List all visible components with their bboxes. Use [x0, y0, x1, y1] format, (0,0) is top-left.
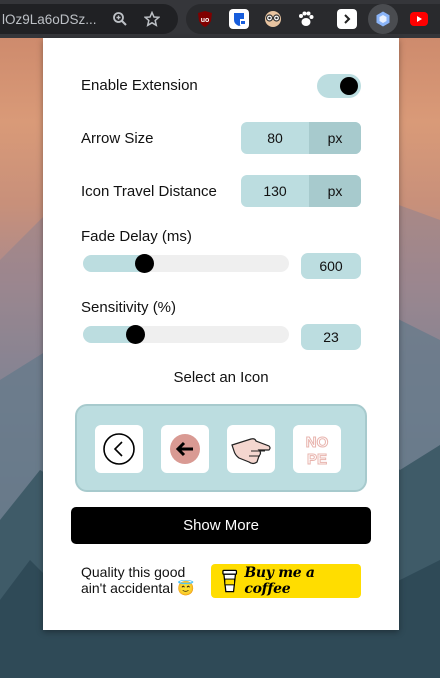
buy-me-a-coffee-button[interactable]: Buy me a coffee: [211, 564, 361, 598]
icon-option-nope[interactable]: NO PE: [293, 425, 341, 473]
select-icon-label: Select an Icon: [173, 369, 269, 386]
icon-selector-panel: NO PE: [75, 404, 367, 492]
travel-distance-value[interactable]: 130: [241, 175, 309, 207]
enable-extension-label: Enable Extension: [81, 77, 198, 94]
icon-option-arrow-left[interactable]: [161, 425, 209, 473]
circle-chevron-left-icon: [103, 433, 135, 465]
youtube-icon[interactable]: [409, 9, 429, 29]
travel-distance-unit: px: [309, 175, 361, 207]
sensitivity-label: Sensitivity (%): [81, 299, 177, 316]
svg-text:PE: PE: [307, 451, 327, 468]
paw-icon[interactable]: [296, 9, 316, 29]
bitwarden-icon[interactable]: [229, 9, 249, 29]
icon-option-pointing-hand[interactable]: [227, 425, 275, 473]
enable-extension-toggle[interactable]: [317, 74, 361, 98]
extensions-bar: uo: [186, 4, 440, 34]
zoom-icon[interactable]: [112, 11, 128, 27]
hexagon-extension-icon[interactable]: [368, 4, 398, 34]
url-text: lOz9La6oDSz...: [2, 11, 97, 27]
nope-text-icon: NOPE: [305, 434, 329, 469]
coffee-label: Buy me a coffee: [244, 565, 315, 597]
fade-delay-label: Fade Delay (ms): [81, 228, 192, 245]
travel-distance-input[interactable]: 130 px: [241, 175, 361, 207]
arrow-size-value[interactable]: 80: [241, 122, 309, 154]
svg-text:NO: NO: [306, 434, 329, 451]
fade-delay-slider[interactable]: [83, 254, 289, 273]
browser-toolbar: lOz9La6oDSz... uo: [0, 0, 440, 38]
travel-distance-label: Icon Travel Distance: [81, 183, 217, 200]
sensitivity-slider[interactable]: [83, 325, 289, 344]
arrow-size-unit: px: [309, 122, 361, 154]
terminal-arrow-icon[interactable]: [337, 9, 357, 29]
extension-popup: Enable Extension Arrow Size 80 px Icon T…: [43, 38, 399, 630]
address-bar[interactable]: lOz9La6oDSz...: [0, 4, 178, 34]
sensitivity-thumb[interactable]: [126, 325, 145, 344]
bookmark-star-icon[interactable]: [144, 11, 160, 27]
quality-tagline: Quality this good ain't accidental 😇: [81, 564, 195, 596]
fade-delay-value: 600: [301, 253, 361, 279]
arrow-left-icon: [170, 434, 200, 464]
icon-option-circle-chevron[interactable]: [95, 425, 143, 473]
arrow-size-label: Arrow Size: [81, 130, 154, 147]
fade-delay-thumb[interactable]: [135, 254, 155, 273]
show-more-button[interactable]: Show More: [71, 507, 371, 544]
glasses-face-icon[interactable]: [263, 9, 283, 29]
ublock-origin-icon[interactable]: uo: [195, 9, 215, 29]
arrow-size-input[interactable]: 80 px: [241, 122, 361, 154]
coffee-cup-icon: [222, 569, 238, 593]
toggle-knob: [340, 77, 358, 95]
svg-text:uo: uo: [201, 17, 210, 24]
sensitivity-value: 23: [301, 324, 361, 350]
pointing-hand-icon: [231, 438, 271, 465]
